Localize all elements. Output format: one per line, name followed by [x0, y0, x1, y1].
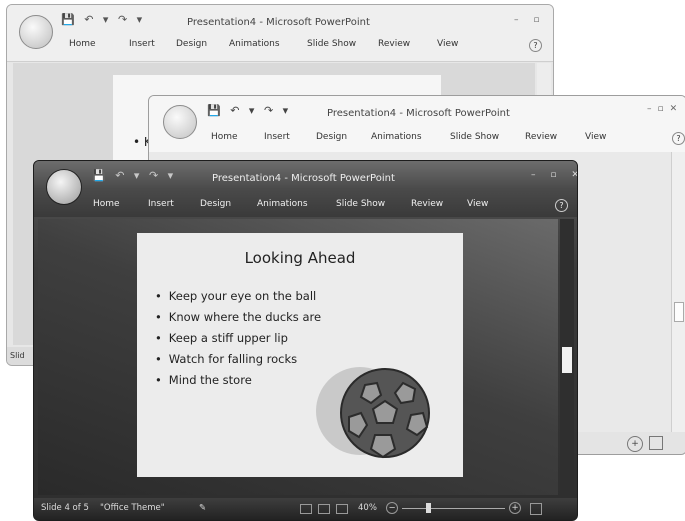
slide-title[interactable]: Looking Ahead — [137, 249, 463, 267]
undo-dropdown-icon[interactable]: ▾ — [134, 169, 140, 182]
undo-icon[interactable]: ↶ — [84, 13, 93, 26]
window-title: Presentation4 - Microsoft PowerPoint — [212, 173, 395, 184]
office-button[interactable] — [46, 169, 82, 205]
slide-count-text: Slide 4 of 5 — [41, 503, 89, 513]
save-icon[interactable]: 💾 — [61, 13, 75, 26]
tab-home[interactable]: Home — [211, 132, 238, 142]
bullet-item: Mind the store — [155, 373, 321, 394]
window-controls[interactable]: – ▫ ✕ — [514, 15, 553, 25]
window-controls[interactable]: – ▫ ✕ — [531, 170, 577, 180]
tab-slide-show[interactable]: Slide Show — [336, 199, 385, 209]
help-icon[interactable]: ? — [529, 39, 542, 52]
tab-animations[interactable]: Animations — [257, 199, 308, 209]
theme-name-text: "Office Theme" — [100, 503, 165, 513]
front-powerpoint-window[interactable]: 💾 ↶ ▾ ↷ ▾ Presentation4 - Microsoft Powe… — [33, 160, 578, 521]
zoom-level[interactable]: 40% — [358, 503, 377, 513]
normal-view-icon[interactable] — [300, 504, 312, 514]
tab-view[interactable]: View — [585, 132, 606, 142]
help-icon[interactable]: ? — [555, 199, 568, 212]
tab-design[interactable]: Design — [316, 132, 347, 142]
slide-show-view-icon[interactable] — [336, 504, 348, 514]
bullet-item: Keep a stiff upper lip — [155, 331, 321, 352]
tab-animations[interactable]: Animations — [229, 39, 280, 49]
vertical-scrollbar[interactable] — [560, 219, 574, 495]
qat-customize-icon[interactable]: ▾ — [168, 169, 174, 182]
window-controls[interactable]: –▫✕ — [647, 104, 683, 114]
help-icon[interactable]: ? — [672, 132, 685, 145]
tab-review[interactable]: Review — [525, 132, 557, 142]
redo-icon[interactable]: ↷ — [264, 104, 273, 117]
fit-to-window-icon[interactable] — [530, 503, 542, 515]
tab-insert[interactable]: Insert — [129, 39, 155, 49]
qat-customize-icon[interactable]: ▾ — [283, 104, 289, 117]
tab-home[interactable]: Home — [93, 199, 120, 209]
soccer-ball-icon[interactable] — [315, 361, 459, 477]
qat-customize-icon[interactable]: ▾ — [137, 13, 143, 26]
zoom-slider[interactable] — [402, 508, 505, 509]
zoom-in-icon[interactable]: + — [627, 436, 643, 452]
tab-insert[interactable]: Insert — [264, 132, 290, 142]
slide-sorter-view-icon[interactable] — [318, 504, 330, 514]
bullet-item: Watch for falling rocks — [155, 352, 321, 373]
tab-review[interactable]: Review — [378, 39, 410, 49]
scroll-thumb[interactable] — [562, 347, 572, 373]
scroll-thumb[interactable] — [674, 302, 684, 322]
fit-to-window-icon[interactable] — [649, 436, 663, 450]
zoom-out-icon[interactable]: − — [386, 502, 398, 514]
undo-icon[interactable]: ↶ — [230, 104, 239, 117]
slide-count-text: Slid — [10, 351, 25, 360]
office-button[interactable] — [19, 15, 53, 49]
window-title: Presentation4 - Microsoft PowerPoint — [187, 17, 370, 28]
slide-workspace: Looking Ahead Keep your eye on the ball … — [38, 219, 558, 495]
tab-slide-show[interactable]: Slide Show — [450, 132, 499, 142]
tab-insert[interactable]: Insert — [148, 199, 174, 209]
undo-dropdown-icon[interactable]: ▾ — [249, 104, 255, 117]
bullet-item: Know where the ducks are — [155, 310, 321, 331]
tab-view[interactable]: View — [437, 39, 458, 49]
tab-view[interactable]: View — [467, 199, 488, 209]
status-bar: Slide 4 of 5 "Office Theme" ✎ 40% − + — [34, 498, 577, 520]
tab-design[interactable]: Design — [200, 199, 231, 209]
tab-home[interactable]: Home — [69, 39, 96, 49]
office-button[interactable] — [163, 105, 197, 139]
save-icon[interactable]: 💾 — [92, 169, 106, 182]
spelling-check-icon[interactable]: ✎ — [199, 503, 206, 513]
slide-canvas[interactable]: Looking Ahead Keep your eye on the ball … — [137, 233, 463, 477]
vertical-scrollbar[interactable] — [671, 152, 685, 432]
undo-dropdown-icon[interactable]: ▾ — [103, 13, 109, 26]
tab-design[interactable]: Design — [176, 39, 207, 49]
save-icon[interactable]: 💾 — [207, 104, 221, 117]
redo-icon[interactable]: ↷ — [149, 169, 158, 182]
undo-icon[interactable]: ↶ — [115, 169, 124, 182]
zoom-in-icon[interactable]: + — [509, 502, 521, 514]
tab-review[interactable]: Review — [411, 199, 443, 209]
tab-slide-show[interactable]: Slide Show — [307, 39, 356, 49]
bullet-list[interactable]: Keep your eye on the ball Know where the… — [155, 289, 321, 394]
bullet-item: Keep your eye on the ball — [155, 289, 321, 310]
window-title: Presentation4 - Microsoft PowerPoint — [327, 108, 510, 119]
zoom-slider-thumb[interactable] — [426, 503, 431, 513]
tab-animations[interactable]: Animations — [371, 132, 422, 142]
redo-icon[interactable]: ↷ — [118, 13, 127, 26]
